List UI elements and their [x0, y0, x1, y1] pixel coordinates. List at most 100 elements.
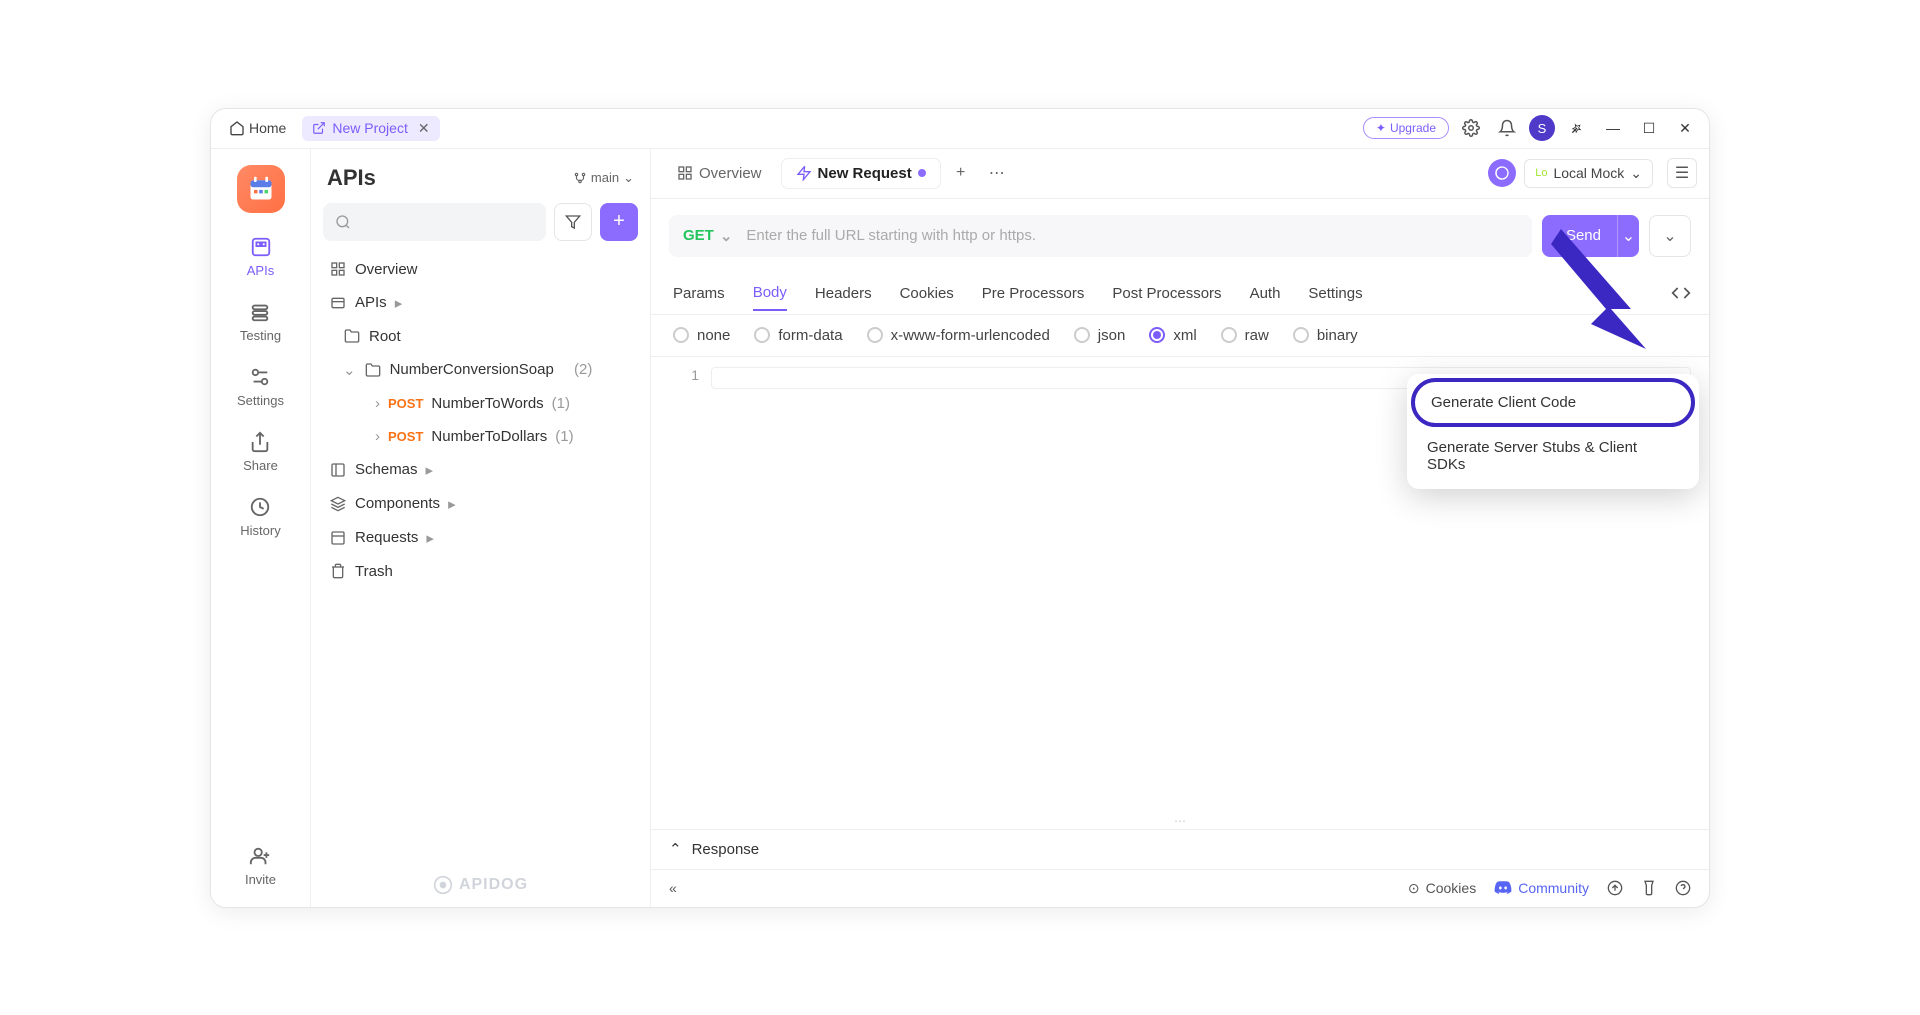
tab-new-request[interactable]: New Request	[782, 159, 940, 188]
env-icon[interactable]	[1488, 159, 1516, 187]
rail-invite[interactable]: Invite	[245, 844, 276, 887]
caret-icon: ▸	[426, 461, 434, 479]
paramtab-body[interactable]: Body	[753, 276, 787, 311]
help-button[interactable]	[1675, 880, 1691, 896]
chevron-up-icon: ⌃	[669, 840, 682, 858]
unsaved-dot	[918, 169, 926, 177]
minimize-button[interactable]: —	[1599, 114, 1627, 142]
project-tab[interactable]: New Project ✕	[302, 116, 439, 141]
bodytype-urlencoded[interactable]: x-www-form-urlencoded	[867, 327, 1050, 344]
menu-generate-client-code[interactable]: Generate Client Code	[1411, 378, 1695, 427]
apis-group-icon	[329, 295, 347, 311]
paramtab-post[interactable]: Post Processors	[1112, 277, 1221, 310]
paramtab-headers[interactable]: Headers	[815, 277, 872, 310]
close-project-tab[interactable]: ✕	[418, 120, 430, 137]
url-input[interactable]	[746, 227, 1518, 244]
caret-icon: ▸	[395, 294, 403, 312]
chevron-down-icon: ⌄	[343, 361, 356, 379]
sidebar: APIs main ⌄ + Overview APIs▸ Root ⌄Numbe…	[311, 149, 651, 907]
cookie-icon: ⊙	[1408, 880, 1420, 897]
bodytype-none[interactable]: none	[673, 327, 730, 344]
testing-icon	[248, 300, 272, 324]
response-drag-handle[interactable]: ⋯	[651, 813, 1709, 829]
tab-overview[interactable]: Overview	[663, 159, 776, 188]
upload-button[interactable]	[1607, 880, 1623, 896]
apis-icon	[249, 235, 273, 259]
search-input[interactable]	[323, 203, 546, 241]
cookies-button[interactable]: ⊙Cookies	[1408, 880, 1476, 897]
avatar[interactable]: S	[1529, 115, 1555, 141]
pin-icon[interactable]	[1563, 114, 1591, 142]
bodytype-xml[interactable]: xml	[1149, 327, 1196, 344]
tree-endpoint-numbertodollars[interactable]: ›POSTNumberToDollars(1)	[323, 420, 638, 453]
bodytype-json[interactable]: json	[1074, 327, 1126, 344]
paramtab-settings[interactable]: Settings	[1308, 277, 1362, 310]
rail-apis[interactable]: APIs	[247, 235, 274, 278]
rail-settings[interactable]: Settings	[237, 365, 284, 408]
theme-button[interactable]	[1641, 880, 1657, 896]
sidebar-toggle-button[interactable]: ☰	[1667, 158, 1697, 188]
chevron-right-icon: ›	[375, 395, 380, 412]
caret-icon: ▸	[426, 529, 434, 547]
home-label: Home	[249, 120, 286, 136]
add-button[interactable]: +	[600, 203, 638, 241]
schemas-icon	[329, 462, 347, 478]
collapse-sidebar-button[interactable]: «	[669, 880, 677, 896]
community-button[interactable]: Community	[1494, 879, 1589, 897]
environment-selector[interactable]: Lo Local Mock ⌄	[1524, 159, 1653, 188]
method-selector[interactable]: GET ⌄	[683, 227, 732, 245]
generate-code-menu: Generate Client Code Generate Server Stu…	[1407, 374, 1699, 489]
branch-selector[interactable]: main ⌄	[573, 170, 634, 186]
overview-icon	[329, 261, 347, 277]
paramtab-auth[interactable]: Auth	[1250, 277, 1281, 310]
code-icon[interactable]	[1671, 283, 1691, 303]
paramtab-params[interactable]: Params	[673, 277, 725, 310]
tree-trash[interactable]: Trash	[323, 555, 638, 588]
chevron-right-icon: ›	[375, 428, 380, 445]
sidebar-title: APIs	[327, 165, 376, 191]
upgrade-button[interactable]: ✦ Upgrade	[1363, 117, 1449, 139]
paramtab-cookies[interactable]: Cookies	[900, 277, 954, 310]
filter-button[interactable]	[554, 203, 592, 241]
tree-components[interactable]: Components▸	[323, 487, 638, 521]
components-icon	[329, 496, 347, 512]
settings-icon[interactable]	[1457, 114, 1485, 142]
bodytype-binary[interactable]: binary	[1293, 327, 1358, 344]
bodytype-raw[interactable]: raw	[1221, 327, 1269, 344]
tree-requests[interactable]: Requests▸	[323, 521, 638, 555]
trash-icon	[329, 563, 347, 579]
tree-folder-numberconversion[interactable]: ⌄NumberConversionSoap (2)	[323, 353, 638, 387]
tree-root[interactable]: Root	[323, 320, 638, 353]
chevron-down-icon: ⌄	[623, 170, 634, 186]
bodytype-formdata[interactable]: form-data	[754, 327, 842, 344]
tree-apis[interactable]: APIs▸	[323, 286, 638, 320]
icon-rail: APIs Testing Settings Share History Invi…	[211, 149, 311, 907]
app-logo[interactable]	[237, 165, 285, 213]
home-tab[interactable]: Home	[221, 118, 294, 138]
bell-icon[interactable]	[1493, 114, 1521, 142]
chevron-down-icon: ⌄	[720, 227, 733, 245]
rail-testing[interactable]: Testing	[240, 300, 281, 343]
settings-icon	[248, 365, 272, 389]
tree-overview[interactable]: Overview	[323, 253, 638, 286]
tree-schemas[interactable]: Schemas▸	[323, 453, 638, 487]
rail-share[interactable]: Share	[243, 430, 278, 473]
caret-icon: ▸	[448, 495, 456, 513]
chevron-down-icon: ⌄	[1630, 165, 1642, 182]
paramtab-pre[interactable]: Pre Processors	[982, 277, 1085, 310]
apidog-logo: APIDOG	[323, 863, 638, 907]
close-window-button[interactable]: ✕	[1671, 114, 1699, 142]
tree-endpoint-numbertowords[interactable]: ›POSTNumberToWords(1)	[323, 387, 638, 420]
response-panel-header[interactable]: ⌃ Response	[651, 829, 1709, 869]
tab-overflow-button[interactable]: ⋯	[982, 158, 1012, 188]
rail-history[interactable]: History	[240, 495, 280, 538]
menu-generate-server-stubs[interactable]: Generate Server Stubs & Client SDKs	[1411, 427, 1695, 485]
invite-icon	[248, 844, 272, 868]
maximize-button[interactable]: ☐	[1635, 114, 1663, 142]
new-tab-button[interactable]: +	[946, 158, 976, 188]
history-icon	[248, 495, 272, 519]
discord-icon	[1494, 879, 1512, 897]
requests-icon	[329, 530, 347, 546]
folder-icon	[364, 362, 382, 378]
share-icon	[248, 430, 272, 454]
